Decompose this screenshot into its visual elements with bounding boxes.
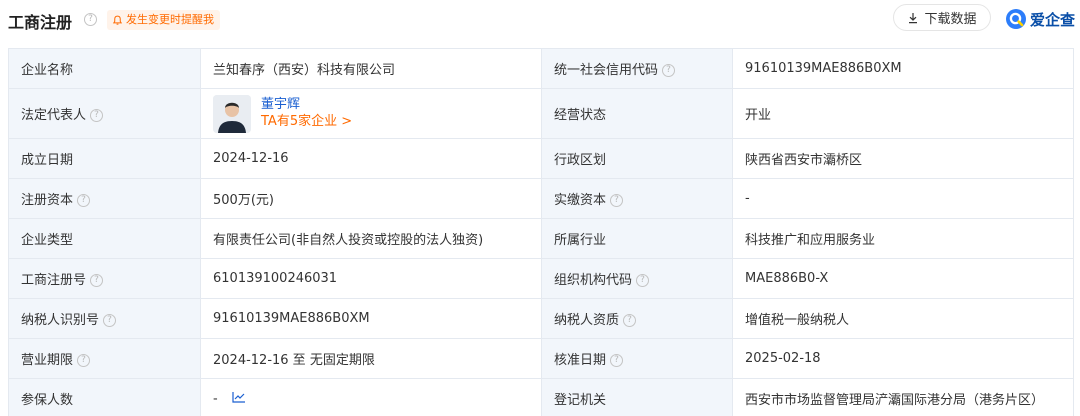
brand-logo[interactable]: 爱企查 bbox=[1005, 7, 1075, 31]
label-company-name: 企业名称 bbox=[8, 48, 201, 89]
label-admin-region: 行政区划 bbox=[541, 138, 733, 179]
label-company-type: 企业类型 bbox=[8, 218, 201, 259]
label-registered-capital: 注册资本? bbox=[8, 178, 201, 219]
value-business-status: 开业 bbox=[732, 88, 1074, 139]
question-circle-icon[interactable]: ? bbox=[610, 354, 624, 367]
question-circle-icon[interactable]: ? bbox=[623, 314, 637, 327]
table-row: 纳税人识别号? 91610139MAE886B0XM 纳税人资质? 增值税一般纳… bbox=[8, 298, 1074, 339]
title-help-icon[interactable]: ? bbox=[84, 13, 97, 26]
table-row: 工商注册号? 610139100246031 组织机构代码? MAE886B0-… bbox=[8, 258, 1074, 299]
value-taxpayer-id: 91610139MAE886B0XM bbox=[200, 298, 542, 339]
question-circle-icon[interactable]: ? bbox=[77, 194, 91, 207]
value-org-code: MAE886B0-X bbox=[732, 258, 1074, 299]
label-business-status: 经营状态 bbox=[541, 88, 733, 139]
label-established-date: 成立日期 bbox=[8, 138, 201, 179]
download-icon bbox=[907, 12, 919, 24]
trend-chart-icon[interactable] bbox=[232, 391, 246, 407]
question-circle-icon[interactable]: ? bbox=[662, 64, 676, 77]
table-row: 法定代表人? 董宇辉 TA有5家企业 > 经营状态 开业 bbox=[8, 88, 1074, 139]
brand-logo-icon bbox=[1006, 9, 1026, 29]
value-reg-number: 610139100246031 bbox=[200, 258, 542, 299]
value-credit-code: 91610139MAE886B0XM bbox=[732, 48, 1074, 89]
value-admin-region: 陕西省西安市灞桥区 bbox=[732, 138, 1074, 179]
table-row: 企业类型 有限责任公司(非自然人投资或控股的法人独资) 所属行业 科技推广和应用… bbox=[8, 218, 1074, 259]
label-reg-number: 工商注册号? bbox=[8, 258, 201, 299]
label-taxpayer-qualification: 纳税人资质? bbox=[541, 298, 733, 339]
table-row: 营业期限? 2024-12-16 至 无固定期限 核准日期? 2025-02-1… bbox=[8, 338, 1074, 379]
label-org-code: 组织机构代码? bbox=[541, 258, 733, 299]
value-established-date: 2024-12-16 bbox=[200, 138, 542, 179]
label-business-term: 营业期限? bbox=[8, 338, 201, 379]
value-paid-capital: - bbox=[732, 178, 1074, 219]
table-row: 成立日期 2024-12-16 行政区划 陕西省西安市灞桥区 bbox=[8, 138, 1074, 179]
value-approval-date: 2025-02-18 bbox=[732, 338, 1074, 379]
value-insured-count: - bbox=[200, 378, 542, 416]
question-circle-icon[interactable]: ? bbox=[90, 274, 104, 287]
download-data-button[interactable]: 下载数据 bbox=[893, 4, 991, 31]
value-registration-authority: 西安市市场监督管理局浐灞国际港分局（港务片区） bbox=[732, 378, 1074, 416]
value-company-type: 有限责任公司(非自然人投资或控股的法人独资) bbox=[200, 218, 542, 259]
download-data-label: 下载数据 bbox=[924, 12, 977, 27]
registration-info-table: 企业名称 兰知春序（西安）科技有限公司 统一社会信用代码? 91610139MA… bbox=[8, 48, 1074, 416]
change-reminder-button[interactable]: 发生变更时提醒我 bbox=[107, 10, 220, 30]
question-circle-icon[interactable]: ? bbox=[77, 354, 91, 367]
question-circle-icon[interactable]: ? bbox=[90, 109, 104, 122]
label-taxpayer-id: 纳税人识别号? bbox=[8, 298, 201, 339]
label-credit-code: 统一社会信用代码? bbox=[541, 48, 733, 89]
value-company-name: 兰知春序（西安）科技有限公司 bbox=[200, 48, 542, 89]
label-insured-count: 参保人数 bbox=[8, 378, 201, 416]
question-circle-icon[interactable]: ? bbox=[636, 274, 650, 287]
value-taxpayer-qualification: 增值税一般纳税人 bbox=[732, 298, 1074, 339]
change-reminder-label: 发生变更时提醒我 bbox=[126, 13, 214, 26]
insured-count-value: - bbox=[213, 391, 218, 406]
label-registration-authority: 登记机关 bbox=[541, 378, 733, 416]
brand-name: 爱企查 bbox=[1030, 10, 1076, 29]
avatar[interactable] bbox=[213, 94, 251, 133]
label-legal-rep: 法定代表人? bbox=[8, 88, 201, 139]
label-paid-capital: 实缴资本? bbox=[541, 178, 733, 219]
value-registered-capital: 500万(元) bbox=[200, 178, 542, 219]
table-row: 参保人数 - 登记机关 西安市市场监督管理局浐灞国际港分局（港务片区） bbox=[8, 378, 1074, 416]
value-industry: 科技推广和应用服务业 bbox=[732, 218, 1074, 259]
section-title: 工商注册 bbox=[8, 13, 73, 32]
table-row: 注册资本? 500万(元) 实缴资本? - bbox=[8, 178, 1074, 219]
legal-rep-companies-link[interactable]: TA有5家企业 > bbox=[261, 113, 352, 131]
question-circle-icon[interactable]: ? bbox=[610, 194, 624, 207]
label-approval-date: 核准日期? bbox=[541, 338, 733, 379]
table-row: 企业名称 兰知春序（西安）科技有限公司 统一社会信用代码? 91610139MA… bbox=[8, 48, 1074, 89]
question-circle-icon[interactable]: ? bbox=[103, 314, 117, 327]
section-header: 工商注册 ? 发生变更时提醒我 下载数据 爱企查 bbox=[0, 0, 1080, 40]
bell-icon bbox=[112, 15, 123, 25]
value-business-term: 2024-12-16 至 无固定期限 bbox=[200, 338, 542, 379]
legal-rep-name-link[interactable]: 董宇辉 bbox=[261, 96, 352, 113]
value-legal-rep: 董宇辉 TA有5家企业 > bbox=[200, 88, 542, 139]
label-industry: 所属行业 bbox=[541, 218, 733, 259]
person-avatar-icon bbox=[213, 94, 251, 133]
